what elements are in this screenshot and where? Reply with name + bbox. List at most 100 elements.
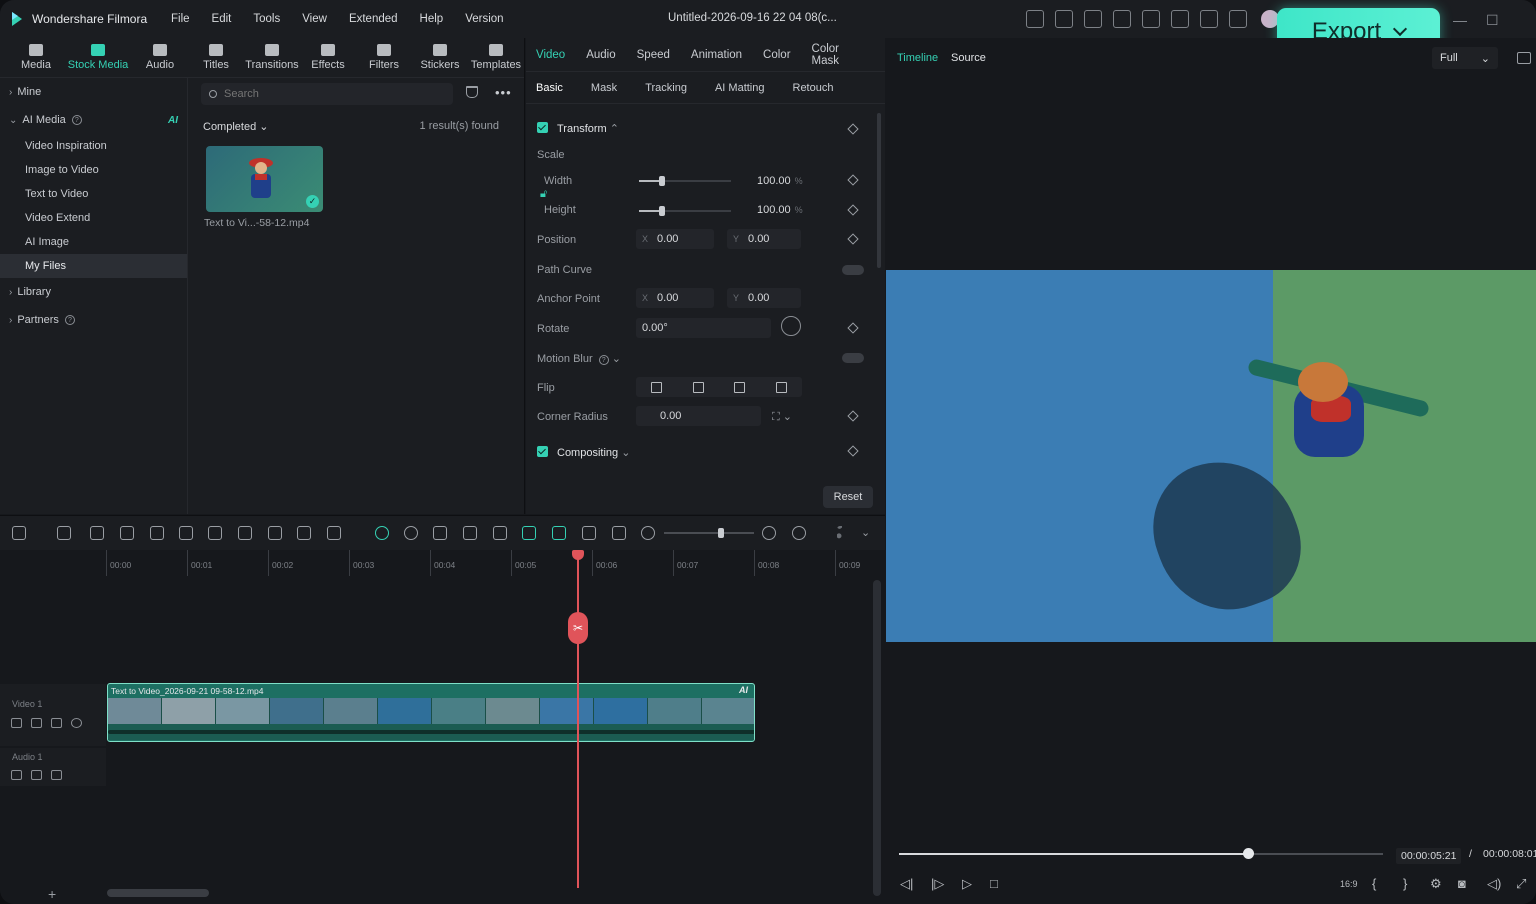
menu-view[interactable]: View [291,13,338,25]
subtab-mask[interactable]: Mask [591,82,617,94]
menu-file[interactable]: File [160,13,201,25]
layout-icon[interactable] [1084,10,1102,28]
compositing-checkbox[interactable] [537,446,548,457]
sidebar-item-video-inspiration[interactable]: Video Inspiration [0,134,187,158]
keyframe-icon[interactable] [847,233,859,245]
keyframe-icon[interactable] [847,410,859,422]
tab-timeline-preview[interactable]: Timeline [897,52,938,64]
text-icon[interactable] [238,526,252,540]
path-curve-toggle[interactable] [842,265,864,275]
slider-knob[interactable] [659,176,665,186]
zoom-in-icon[interactable] [762,526,776,540]
lock-icon[interactable]: 🔓︎ [540,188,547,201]
height-slider[interactable] [639,206,731,216]
folder-icon[interactable] [11,770,22,780]
rotate-dial-icon[interactable] [781,316,801,336]
help-icon[interactable]: ? [598,355,609,365]
maximize-icon[interactable]: ☐ [1486,12,1499,29]
flip-vertical-icon[interactable] [692,381,704,393]
width-value[interactable]: 100.00% [757,175,803,187]
cut-icon[interactable] [179,526,193,540]
shield-icon[interactable] [433,526,447,540]
tab-effects[interactable]: Effects [300,44,356,77]
track-height-icon[interactable] [837,526,851,540]
media-thumbnail[interactable]: ✓ [206,146,323,212]
zoom-knob[interactable] [718,528,724,538]
help-icon[interactable]: ? [64,315,75,325]
stop-icon[interactable]: □ [990,876,998,891]
tab-transitions[interactable]: Transitions [244,44,300,77]
playhead[interactable] [577,552,579,888]
sidebar-item-ai-image[interactable]: AI Image [0,230,187,254]
tab-audio[interactable]: Audio [132,44,188,77]
next-frame-icon[interactable]: |▷ [931,876,944,892]
timeline-horizontal-scrollbar[interactable] [107,889,209,897]
subtab-ai-matting[interactable]: AI Matting [715,82,765,94]
aspect-ratio-icon[interactable]: 16:9 [1340,879,1358,889]
volume-icon[interactable]: ◁) [1487,876,1501,892]
keyframe-icon[interactable] [847,322,859,334]
timeline-zoom-slider[interactable] [664,528,754,538]
rotate-right-icon[interactable] [734,381,746,393]
rotate-left-icon[interactable] [775,381,787,393]
cloud-sync-icon[interactable] [1113,10,1131,28]
camera-icon[interactable]: ◙ [1458,876,1466,891]
sidebar-group-partners[interactable]: › Partners? [0,306,187,334]
headset-icon[interactable] [1200,10,1218,28]
transform-section[interactable]: Transform ⌃ [537,122,619,135]
subtab-retouch[interactable]: Retouch [793,82,834,94]
properties-scrollbar[interactable] [877,113,881,268]
delete-icon[interactable] [150,526,164,540]
menu-help[interactable]: Help [409,13,455,25]
split-screen-icon[interactable] [493,526,507,540]
position-y-field[interactable]: Y 0.00 [727,229,801,249]
snapshot-icon[interactable] [1517,52,1531,64]
transform-checkbox[interactable] [537,122,548,133]
corner-radius-field[interactable]: 0.00 [636,406,761,426]
time-ruler[interactable]: 00:00 00:01 00:02 00:03 00:04 00:05 00:06 00:07… [106,550,871,576]
keyframe-icon[interactable] [847,445,859,457]
fit-timeline-icon[interactable] [612,526,626,540]
more-tools-icon[interactable] [327,526,341,540]
render-settings-icon[interactable]: ⚙ [1430,876,1442,892]
tab-stickers[interactable]: Stickers [412,44,468,77]
width-slider[interactable] [639,176,731,186]
ai-mate-icon[interactable] [375,526,389,540]
scrubber-knob[interactable] [1243,848,1254,859]
anchor-x-field[interactable]: X 0.00 [636,288,714,308]
undo-icon[interactable] [90,526,104,540]
send-icon[interactable] [1026,10,1044,28]
prev-frame-icon[interactable]: ◁| [900,876,913,892]
subtab-tracking[interactable]: Tracking [645,82,687,94]
status-filter-dropdown[interactable]: Completed ⌄ [203,120,268,133]
sidebar-item-text-to-video[interactable]: Text to Video [0,182,187,206]
sidebar-group-mine[interactable]: › Mine [0,78,187,106]
filter-icon[interactable] [466,86,478,98]
tab-video[interactable]: Video [536,49,565,61]
subtab-basic[interactable]: Basic [536,82,563,94]
shape-icon[interactable] [268,526,282,540]
snap-icon[interactable] [522,526,536,540]
add-track-icon[interactable]: + [48,886,56,902]
height-value[interactable]: 100.00% [757,204,803,216]
cloud-upload-icon[interactable] [1171,10,1189,28]
sidebar-item-image-to-video[interactable]: Image to Video [0,158,187,182]
tab-audio[interactable]: Audio [586,49,615,61]
quality-select[interactable]: Full ⌄ [1432,47,1498,69]
timeline-settings-icon[interactable] [792,526,806,540]
compositing-section[interactable]: Compositing ⌄ [537,446,630,459]
motion-blur-section[interactable]: Motion Blur? ⌄ [537,352,621,365]
mark-in-icon[interactable]: { [1372,876,1376,891]
tab-color-mask[interactable]: Color Mask [812,43,864,67]
tab-media[interactable]: Media [8,44,64,77]
chevron-down-icon[interactable]: ⌄ [861,526,870,539]
flip-horizontal-icon[interactable] [651,381,663,393]
crop-icon[interactable] [208,526,222,540]
more-options-icon[interactable]: ••• [495,85,512,100]
speaker-icon[interactable] [31,770,42,780]
menu-tools[interactable]: Tools [242,13,291,25]
tab-source-preview[interactable]: Source [951,52,986,64]
folder-icon[interactable] [11,718,22,728]
auto-reframe-icon[interactable] [404,526,418,540]
slider-knob[interactable] [659,206,665,216]
